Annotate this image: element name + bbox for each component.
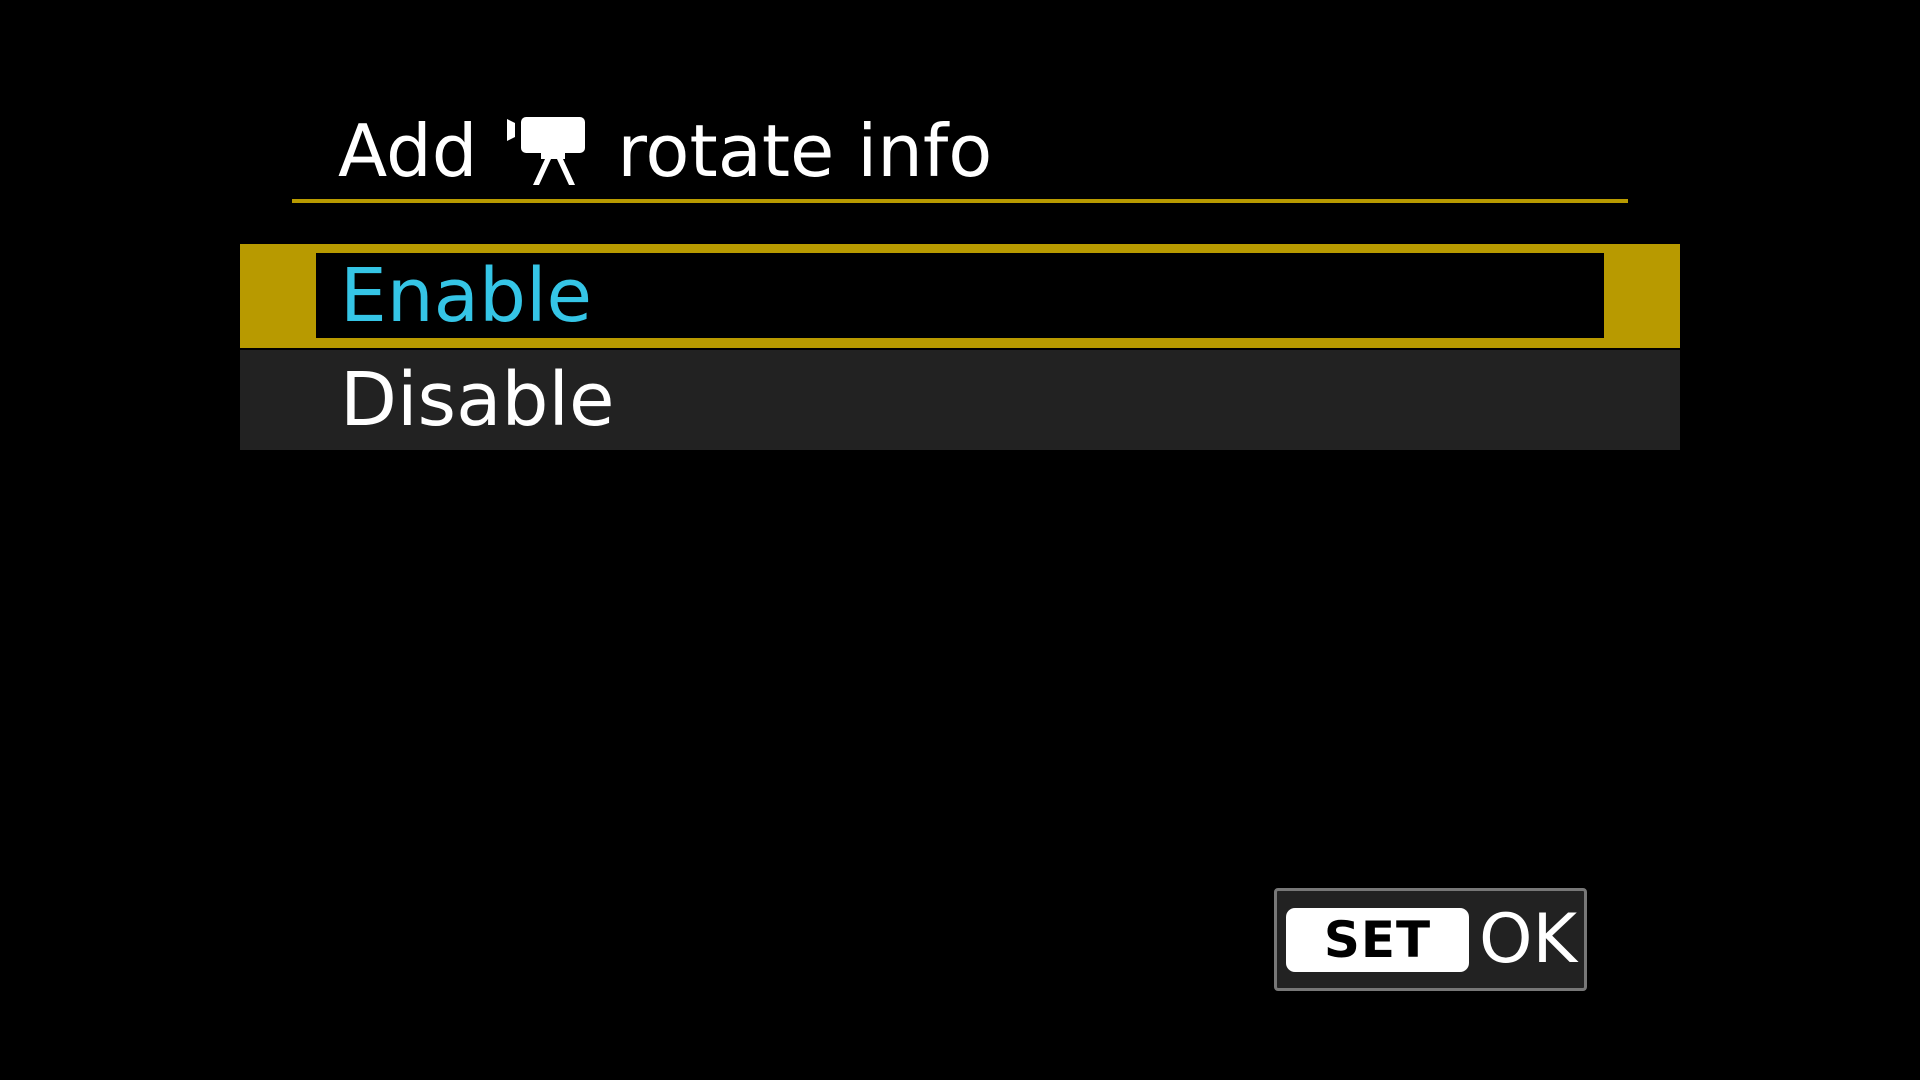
option-label-enable: Enable [340,253,593,339]
set-key-badge: SET [1286,907,1469,972]
option-label-disable: Disable [340,357,615,443]
option-list: Enable Disable [240,244,1680,450]
title-divider [292,199,1628,203]
ok-label: OK [1479,899,1578,979]
movie-camera-icon [507,117,586,185]
title-suffix: rotate info [617,109,993,193]
set-ok-button[interactable]: SET OK [1274,888,1587,991]
option-enable[interactable]: Enable [240,244,1680,348]
option-disable[interactable]: Disable [240,350,1680,450]
title-prefix: Add [338,109,478,193]
menu-title: Add rotate info [338,108,992,194]
